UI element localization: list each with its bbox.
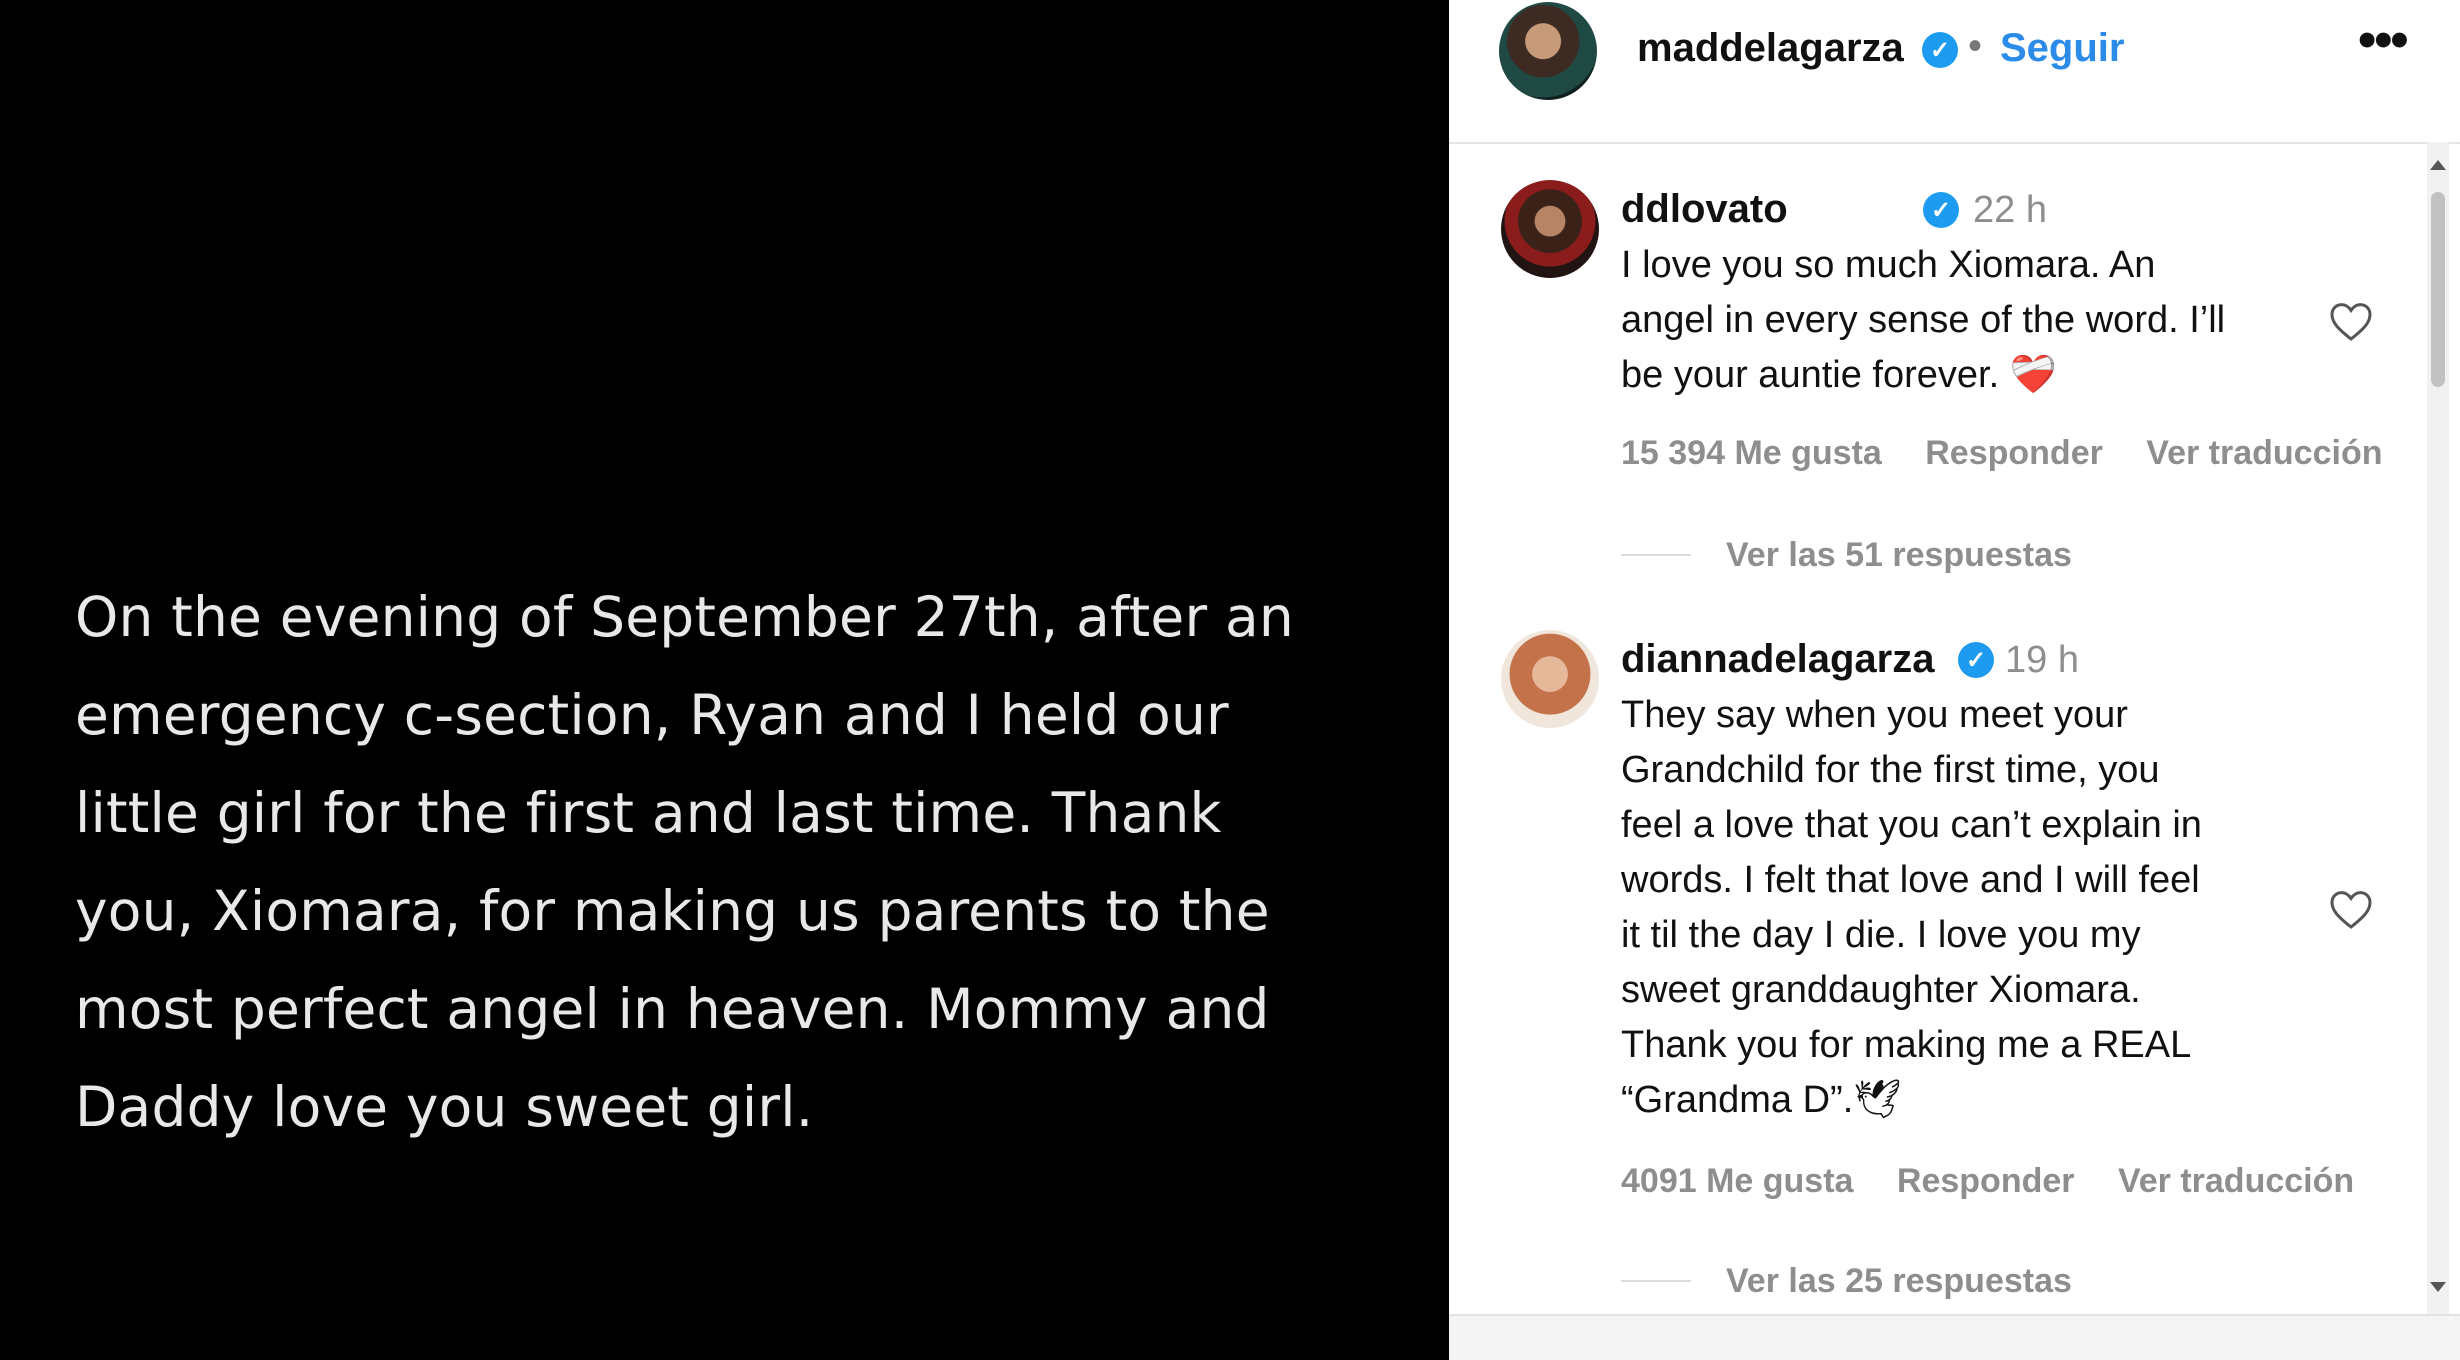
like-count[interactable]: 4091 Me gusta [1621,1162,1853,1200]
follow-button[interactable]: Seguir [2000,26,2124,71]
commenter-avatar[interactable] [1501,180,1599,278]
verified-badge-icon: ✓ [1922,32,1958,68]
post-text: On the evening of September 27th, after … [75,585,1294,1139]
comment-time: 19 h [2005,639,2079,681]
verified-badge-icon: ✓ [1958,642,1994,678]
reply-button[interactable]: Responder [1897,1162,2075,1200]
commenter-username[interactable]: ddlovato [1621,187,1788,232]
post-header: maddelagarza ✓ • Seguir ••• [1449,0,2460,144]
header-separator: • [1968,24,1983,68]
like-heart-icon[interactable] [2327,298,2375,346]
author-avatar[interactable] [1499,2,1597,100]
more-options-icon[interactable]: ••• [2358,10,2409,70]
comment-text: They say when you meet your Grandchild f… [1621,694,2202,1121]
translate-button[interactable]: Ver traducción [2146,434,2382,472]
comment-actions: 4091 Me gusta Responder Ver traducción [1621,1162,2388,1201]
footer-bar [1449,1314,2460,1360]
view-replies-button[interactable]: Ver las 51 respuestas [1726,536,2072,575]
commenter-avatar[interactable] [1501,630,1599,728]
reply-button[interactable]: Responder [1925,434,2103,472]
comment-text: I love you so much Xiomara. An angel in … [1621,244,2226,396]
comments-panel: maddelagarza ✓ • Seguir ••• ddlovato ✓ 2… [1449,0,2460,1360]
comment-actions: 15 394 Me gusta Responder Ver traducción [1621,434,2417,473]
scroll-up-arrow-icon[interactable] [2430,160,2446,170]
like-count[interactable]: 15 394 Me gusta [1621,434,1882,472]
replies-divider [1621,1280,1691,1282]
like-heart-icon[interactable] [2327,886,2375,934]
view-replies-button[interactable]: Ver las 25 respuestas [1726,1262,2072,1301]
verified-badge-icon: ✓ [1923,192,1959,228]
replies-divider [1621,554,1691,556]
translate-button[interactable]: Ver traducción [2118,1162,2354,1200]
commenter-username[interactable]: diannadelagarza [1621,637,1934,682]
post-media: On the evening of September 27th, after … [0,0,1449,1358]
scrollbar[interactable] [2427,142,2449,1314]
scroll-thumb[interactable] [2431,192,2445,387]
scroll-down-arrow-icon[interactable] [2430,1282,2446,1292]
comment-time: 22 h [1973,189,2047,231]
author-username[interactable]: maddelagarza [1637,26,1904,71]
